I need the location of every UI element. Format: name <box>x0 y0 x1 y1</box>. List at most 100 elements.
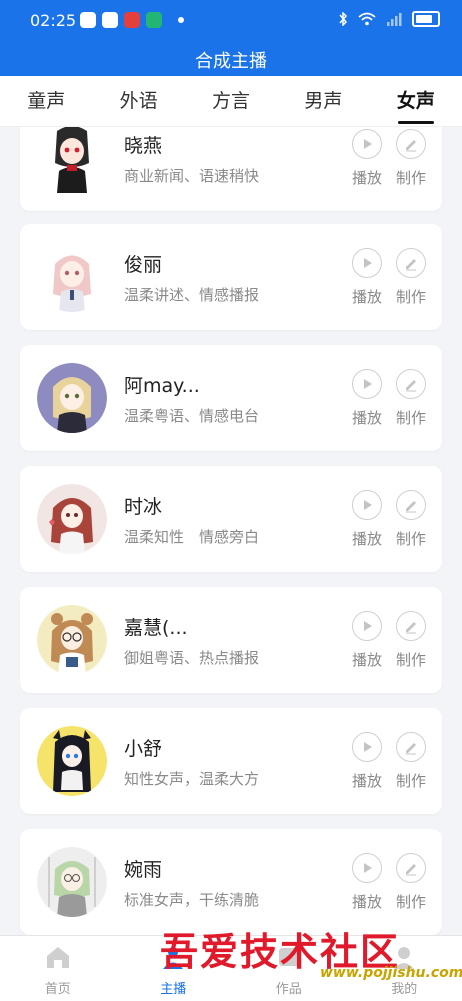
pencil-icon <box>403 136 419 152</box>
voice-name: 晓燕 <box>124 131 162 158</box>
voice-card[interactable]: 俊丽 温柔讲述、情感播报 播放 制作 <box>20 224 442 330</box>
play-icon <box>359 497 375 513</box>
voice-card[interactable]: 晓燕 商业新闻、语速稍快 播放 制作 <box>20 127 442 211</box>
voice-name: 时冰 <box>124 492 162 519</box>
voice-card[interactable]: 婉雨 标准女声，干练清脆 播放 制作 <box>20 829 442 935</box>
make-label: 制作 <box>389 407 433 428</box>
play-button[interactable]: 播放 <box>345 732 389 791</box>
make-button[interactable]: 制作 <box>389 490 433 549</box>
header-bar: 合成主播 <box>0 38 462 76</box>
profile-icon <box>391 944 417 970</box>
make-label: 制作 <box>389 167 433 188</box>
voice-description: 温柔知性 情感旁白 <box>124 526 259 547</box>
voice-card[interactable]: 嘉慧(... 御姐粤语、热点播报 播放 制作 <box>20 587 442 693</box>
make-label: 制作 <box>389 649 433 670</box>
notification-dot-icon <box>178 17 184 23</box>
play-button[interactable]: 播放 <box>345 129 389 188</box>
person-icon <box>160 944 186 970</box>
voice-description: 商业新闻、语速稍快 <box>124 165 259 186</box>
make-button[interactable]: 制作 <box>389 129 433 188</box>
nav-home-label: 首页 <box>0 978 116 997</box>
voice-description: 标准女声，干练清脆 <box>124 889 259 910</box>
make-label: 制作 <box>389 770 433 791</box>
nav-anchor[interactable]: 主播 <box>116 936 232 1001</box>
make-label: 制作 <box>389 286 433 307</box>
bottom-navigation: 首页 主播 作品 我的 <box>0 935 462 1001</box>
pencil-icon <box>403 860 419 876</box>
make-label: 制作 <box>389 891 433 912</box>
voice-name: 俊丽 <box>124 250 162 277</box>
voice-description: 温柔粤语、情感电台 <box>124 405 259 426</box>
pencil-icon <box>403 739 419 755</box>
voice-name: 嘉慧(... <box>124 613 188 640</box>
tab-female-voice[interactable]: 女声 <box>370 76 462 126</box>
avatar <box>37 242 107 312</box>
play-label: 播放 <box>345 891 389 912</box>
play-label: 播放 <box>345 649 389 670</box>
wifi-icon <box>358 12 376 26</box>
play-label: 播放 <box>345 286 389 307</box>
avatar <box>37 847 107 917</box>
avatar <box>37 484 107 554</box>
make-button[interactable]: 制作 <box>389 732 433 791</box>
nav-works[interactable]: 作品 <box>231 936 347 1001</box>
play-button[interactable]: 播放 <box>345 611 389 670</box>
play-button[interactable]: 播放 <box>345 490 389 549</box>
voice-card[interactable]: 阿may... 温柔粤语、情感电台 播放 制作 <box>20 345 442 451</box>
category-tabs: 童声 外语 方言 男声 女声 <box>0 76 462 127</box>
voice-name: 阿may... <box>124 371 200 398</box>
status-time: 02:25 <box>30 11 76 30</box>
nav-mine-label: 我的 <box>347 978 462 997</box>
voice-card[interactable]: 小舒 知性女声，温柔大方 播放 制作 <box>20 708 442 814</box>
music-app-icon <box>124 12 140 28</box>
page-title: 合成主播 <box>0 47 462 73</box>
play-button[interactable]: 播放 <box>345 248 389 307</box>
status-app-icons <box>80 12 184 28</box>
play-icon <box>359 739 375 755</box>
play-icon <box>359 136 375 152</box>
pencil-icon <box>403 376 419 392</box>
nav-works-label: 作品 <box>231 978 347 997</box>
nav-home[interactable]: 首页 <box>0 936 116 1001</box>
avatar <box>37 127 107 193</box>
voice-name: 婉雨 <box>124 855 162 882</box>
avatar <box>37 605 107 675</box>
play-button[interactable]: 播放 <box>345 369 389 428</box>
voice-description: 御姐粤语、热点播报 <box>124 647 259 668</box>
play-label: 播放 <box>345 770 389 791</box>
search-app-icon <box>80 12 96 28</box>
avatar <box>37 726 107 796</box>
voice-name: 小舒 <box>124 734 162 761</box>
play-label: 播放 <box>345 528 389 549</box>
shield-app-icon <box>146 12 162 28</box>
tab-dialect[interactable]: 方言 <box>185 76 277 126</box>
play-label: 播放 <box>345 167 389 188</box>
make-button[interactable]: 制作 <box>389 248 433 307</box>
play-icon <box>359 860 375 876</box>
tab-children-voice[interactable]: 童声 <box>0 76 92 126</box>
voice-card[interactable]: 时冰 温柔知性 情感旁白 播放 制作 <box>20 466 442 572</box>
status-bar: 02:25 <box>0 0 462 38</box>
tab-foreign-language[interactable]: 外语 <box>92 76 184 126</box>
play-icon <box>359 255 375 271</box>
status-indicators <box>338 11 440 27</box>
make-button[interactable]: 制作 <box>389 611 433 670</box>
chat-app-icon <box>102 12 118 28</box>
signal-icon <box>386 12 402 26</box>
make-button[interactable]: 制作 <box>389 853 433 912</box>
pencil-icon <box>403 497 419 513</box>
voice-description: 知性女声，温柔大方 <box>124 768 259 789</box>
make-label: 制作 <box>389 528 433 549</box>
voice-description: 温柔讲述、情感播报 <box>124 284 259 305</box>
voice-list: 晓燕 商业新闻、语速稍快 播放 制作 俊丽 温柔讲述、情感播报 播放 制作 <box>0 127 462 935</box>
play-button[interactable]: 播放 <box>345 853 389 912</box>
play-icon <box>359 618 375 634</box>
nav-mine[interactable]: 我的 <box>347 936 462 1001</box>
pencil-icon <box>403 618 419 634</box>
nav-anchor-label: 主播 <box>116 978 232 997</box>
make-button[interactable]: 制作 <box>389 369 433 428</box>
bluetooth-icon <box>338 12 348 26</box>
tab-male-voice[interactable]: 男声 <box>277 76 369 126</box>
avatar <box>37 363 107 433</box>
works-icon <box>276 944 302 970</box>
